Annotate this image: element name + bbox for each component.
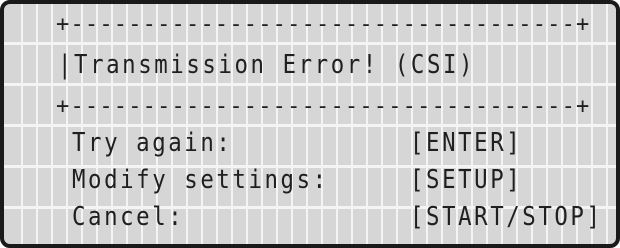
dialog-border-bottom-row: +-----------------------------------+ bbox=[4, 86, 616, 127]
setup-key-label: [SETUP] bbox=[410, 165, 523, 195]
option-cancel: Cancel: [START/STOP] bbox=[4, 197, 616, 238]
option-label-try-again: Try again: bbox=[72, 128, 233, 158]
option-label-modify-settings: Modify settings: bbox=[72, 165, 329, 195]
enter-key-label: [ENTER] bbox=[410, 128, 523, 158]
option-try-again: Try again: [ENTER] bbox=[4, 123, 616, 164]
dialog-border-top-row: +-----------------------------------+ bbox=[4, 4, 616, 45]
option-modify-settings: Modify settings: [SETUP] bbox=[4, 160, 616, 201]
dialog-border-bottom: +-----------------------------------+ bbox=[56, 94, 591, 119]
dialog-title-row: |Transmission Error! (CSI) | bbox=[4, 45, 616, 86]
lcd-display-panel: +-----------------------------------+ |T… bbox=[0, 0, 620, 248]
error-message-title: |Transmission Error! (CSI) | bbox=[58, 50, 620, 80]
option-label-cancel: Cancel: bbox=[72, 202, 185, 232]
dialog-border-top: +-----------------------------------+ bbox=[56, 12, 591, 37]
start-stop-key-label: [START/STOP] bbox=[410, 202, 603, 232]
